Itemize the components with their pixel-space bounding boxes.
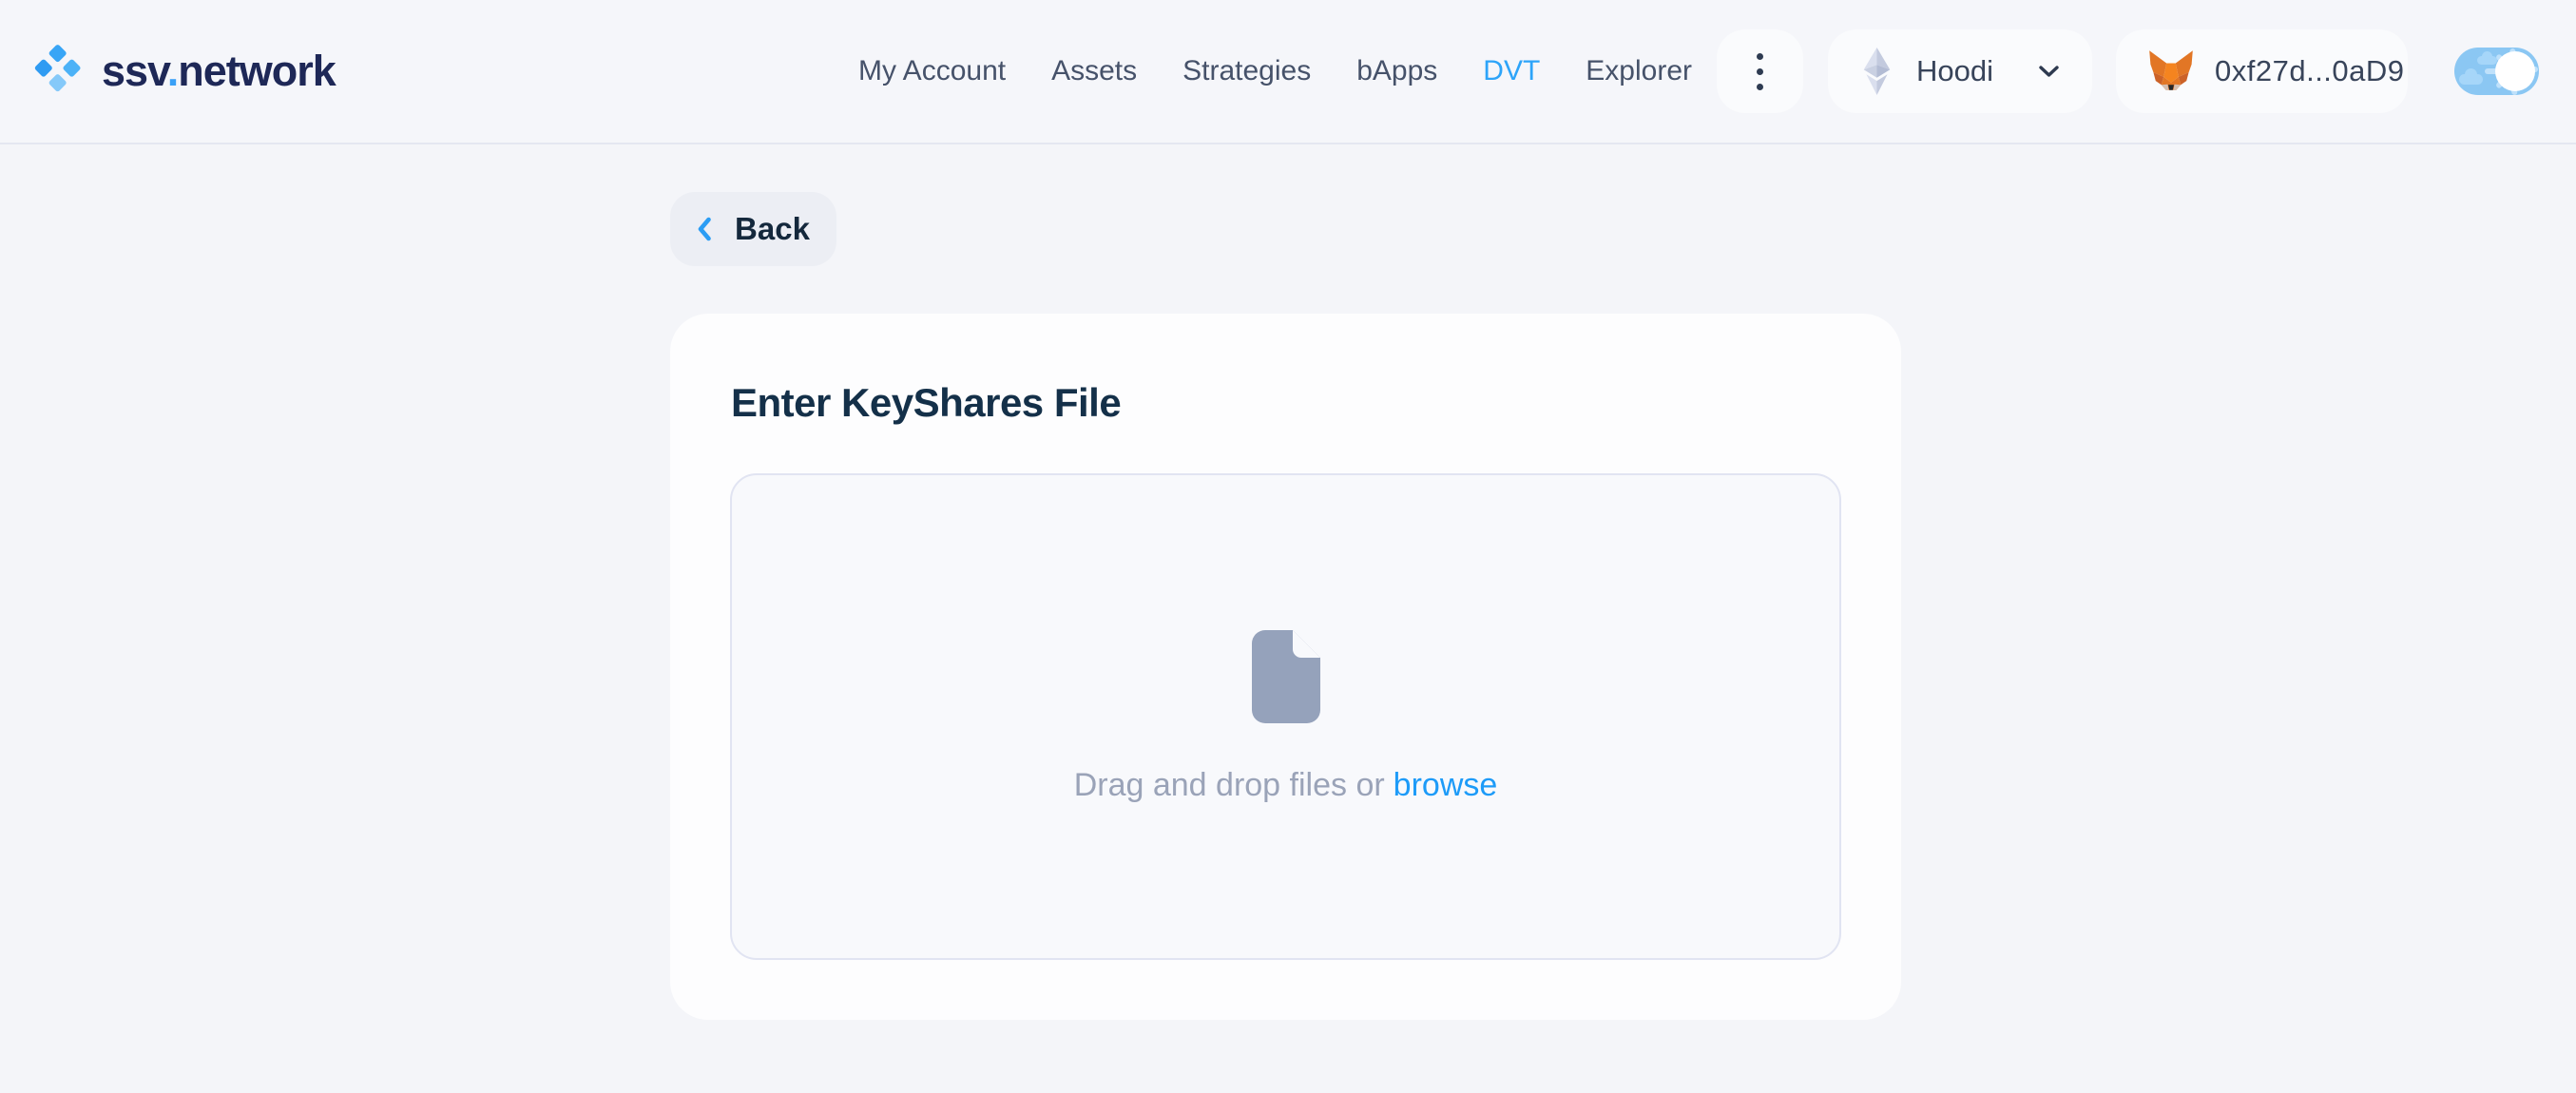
nav-item-dvt[interactable]: DVT [1483,55,1540,87]
cloud-icon [2459,74,2483,85]
theme-toggle[interactable] [2454,48,2539,95]
back-button[interactable]: Back [670,192,836,266]
chevron-left-icon [697,217,712,241]
browse-link[interactable]: browse [1394,767,1498,803]
dropzone-prefix: Drag and drop files or [1074,767,1385,803]
app-header: ssv.network My Account Assets Strategies… [0,0,2576,144]
file-dropzone[interactable]: Drag and drop files orbrowse [730,473,1841,960]
dropzone-text: Drag and drop files orbrowse [1074,767,1498,804]
network-selector[interactable]: Hoodi [1828,29,2092,113]
keyshares-card: Enter KeyShares File Drag and drop files… [670,314,1901,1020]
back-button-label: Back [735,211,810,247]
file-icon [1252,630,1320,723]
chevron-down-icon [2038,65,2060,78]
page-title: Enter KeyShares File [731,380,1121,426]
network-name: Hoodi [1916,54,1993,88]
ssv-diamonds-logo-icon [33,43,85,100]
nav-item-my-account[interactable]: My Account [858,55,1006,87]
ethereum-icon [1862,48,1892,95]
nav-item-bapps[interactable]: bApps [1356,55,1437,87]
metamask-fox-icon [2148,50,2194,93]
more-menu-button[interactable] [1717,29,1803,113]
nav-item-explorer[interactable]: Explorer [1586,55,1692,87]
wallet-address-button[interactable]: 0xf27d...0aD9 [2116,29,2408,113]
wallet-address: 0xf27d...0aD9 [2215,54,2405,88]
main-nav: My Account Assets Strategies bApps DVT E… [858,55,1692,87]
ssv-network-logo[interactable]: ssv.network [33,43,336,100]
sun-toggle-knob [2495,51,2535,91]
logo-wordmark: ssv.network [102,47,336,96]
kebab-menu-icon [1757,53,1763,60]
nav-item-assets[interactable]: Assets [1051,55,1137,87]
nav-item-strategies[interactable]: Strategies [1182,55,1311,87]
cloud-icon [2477,56,2497,65]
